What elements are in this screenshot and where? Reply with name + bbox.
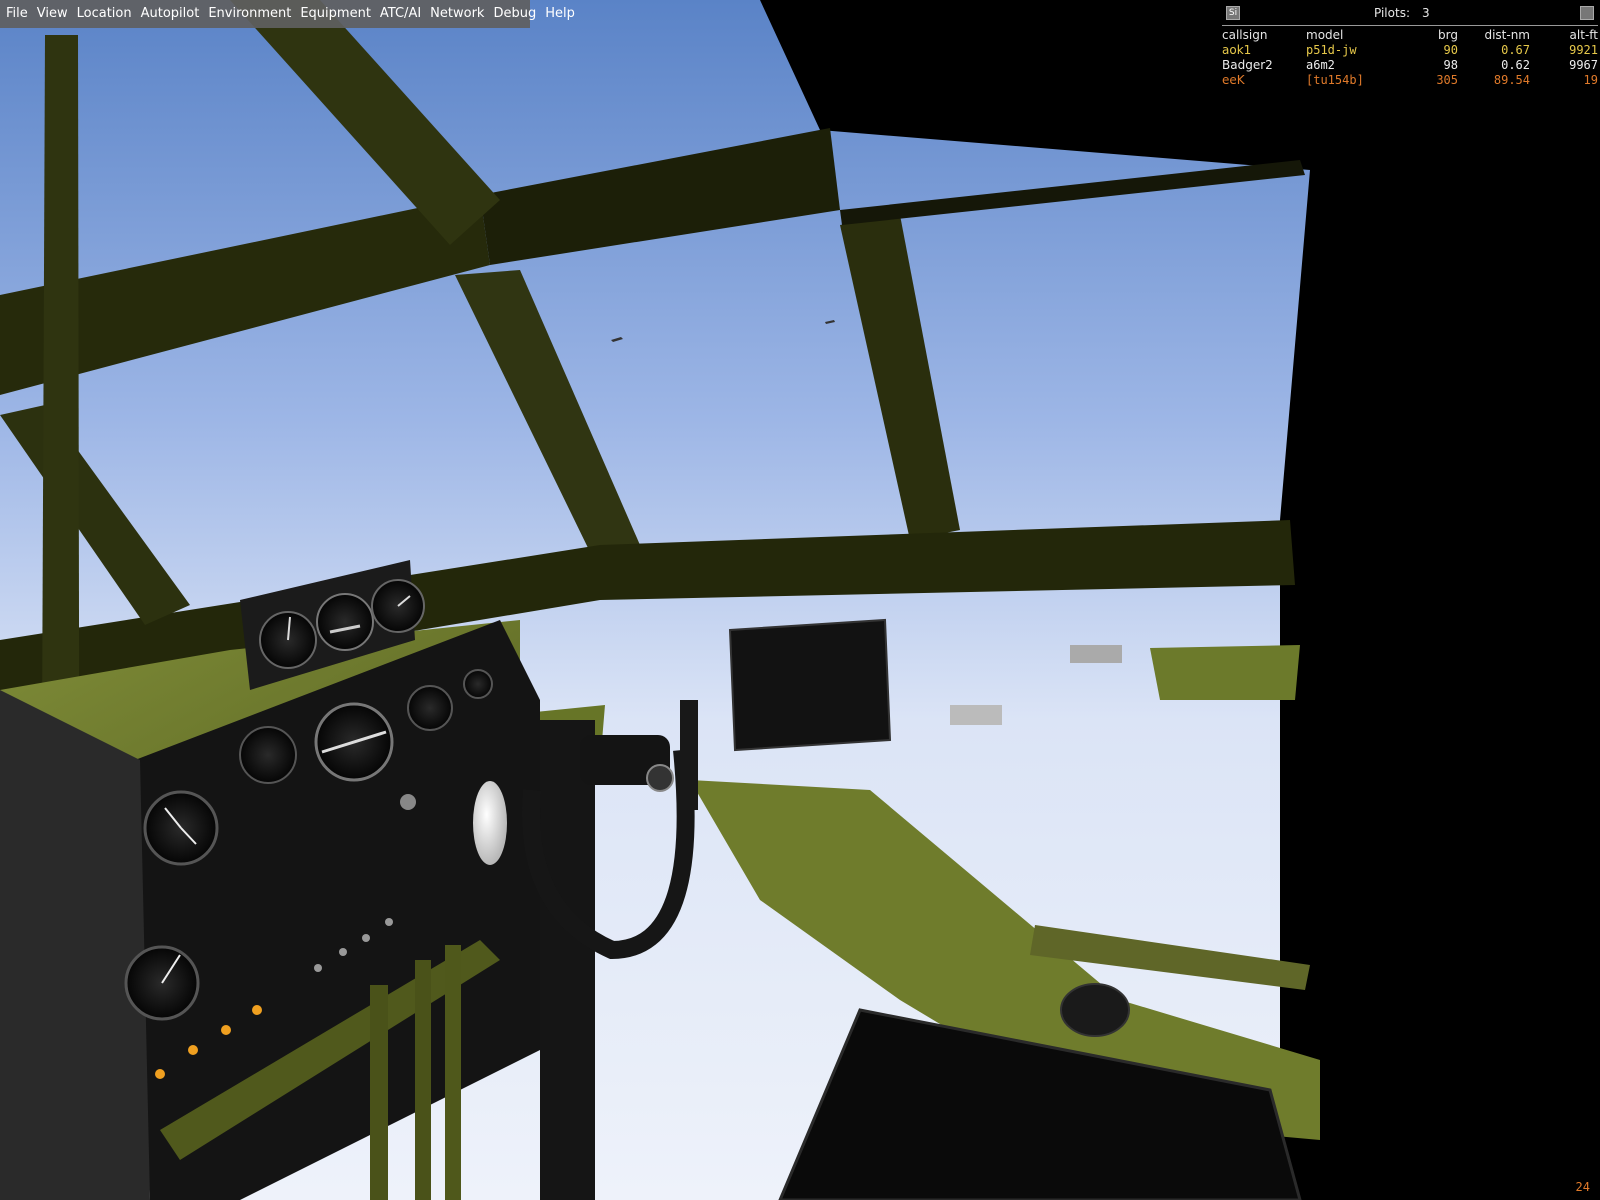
- pilot-callsign: eeK: [1222, 73, 1245, 87]
- pilot-list-header: Si Pilots: 3: [1222, 4, 1598, 26]
- pilot-brg: 98: [1443, 58, 1458, 72]
- pilot-dist: 0.67: [1501, 43, 1530, 57]
- menu-bar: File View Location Autopilot Environment…: [0, 0, 575, 28]
- menu-environment[interactable]: Environment: [204, 0, 295, 28]
- frame-rate-counter: 24: [1575, 1180, 1590, 1194]
- pilot-list-toggle-button[interactable]: Si: [1226, 6, 1240, 20]
- pilot-row[interactable]: Badger2 a6m2 98 0.62 9967: [1222, 58, 1598, 73]
- gauge-white: [473, 781, 507, 865]
- pilot-list-divider: [1222, 25, 1598, 26]
- menu-file[interactable]: File: [2, 0, 32, 28]
- gauge-clock: [239, 726, 297, 784]
- pilot-table-header-row: callsign model brg dist-nm alt-ft: [1222, 28, 1598, 43]
- pilot-model: a6m2: [1306, 58, 1335, 72]
- gauge-top-1: [259, 611, 317, 669]
- gauge-top-2: [316, 593, 374, 651]
- pilot-row[interactable]: eeK [tu154b] 305 89.54 19: [1222, 73, 1598, 88]
- col-model[interactable]: model: [1306, 28, 1410, 43]
- pilot-brg: 305: [1436, 73, 1458, 87]
- menu-help[interactable]: Help: [541, 0, 579, 28]
- menu-view[interactable]: View: [33, 0, 72, 28]
- col-dist[interactable]: dist-nm: [1458, 28, 1530, 43]
- cockpit-view: [0, 0, 1600, 1200]
- pilot-alt: 9921: [1569, 43, 1598, 57]
- pilots-label: Pilots:: [1374, 6, 1410, 20]
- pilot-alt: 9967: [1569, 58, 1598, 72]
- multiplayer-pilot-list: Si Pilots: 3 callsign model brg dist-nm …: [1222, 4, 1598, 90]
- menu-debug[interactable]: Debug: [489, 0, 540, 28]
- pilot-callsign: aok1: [1222, 43, 1252, 57]
- menu-equipment[interactable]: Equipment: [296, 0, 375, 28]
- menu-location[interactable]: Location: [73, 0, 136, 28]
- pilot-list-close-button[interactable]: [1580, 6, 1594, 20]
- pilot-callsign: Badger2: [1222, 58, 1273, 72]
- gauge-attitude: [314, 702, 394, 782]
- gauge-airspeed: [143, 790, 219, 866]
- pilot-alt: 19: [1583, 73, 1598, 87]
- col-alt[interactable]: alt-ft: [1530, 28, 1598, 43]
- pilot-model: p51d-jw: [1306, 43, 1357, 57]
- pilot-brg: 90: [1443, 43, 1458, 57]
- pilots-count: 3: [1422, 6, 1430, 20]
- menu-network[interactable]: Network: [426, 0, 488, 28]
- col-callsign[interactable]: callsign: [1222, 28, 1306, 43]
- pilot-table: callsign model brg dist-nm alt-ft aok1 p…: [1222, 28, 1598, 88]
- pilot-dist: 0.62: [1501, 58, 1530, 72]
- gauge-turn: [407, 685, 453, 731]
- pilot-model: [tu154b]: [1306, 73, 1364, 87]
- pilot-row[interactable]: aok1 p51d-jw 90 0.67 9921: [1222, 43, 1598, 58]
- col-brg[interactable]: brg: [1410, 28, 1458, 43]
- menu-atc-ai[interactable]: ATC/AI: [376, 0, 425, 28]
- gauge-top-3: [371, 579, 425, 633]
- compass-knob: [400, 794, 416, 810]
- menu-autopilot[interactable]: Autopilot: [137, 0, 204, 28]
- gauge-fuel: [124, 945, 200, 1021]
- pilot-dist: 89.54: [1493, 73, 1530, 87]
- gauge-small: [463, 669, 493, 699]
